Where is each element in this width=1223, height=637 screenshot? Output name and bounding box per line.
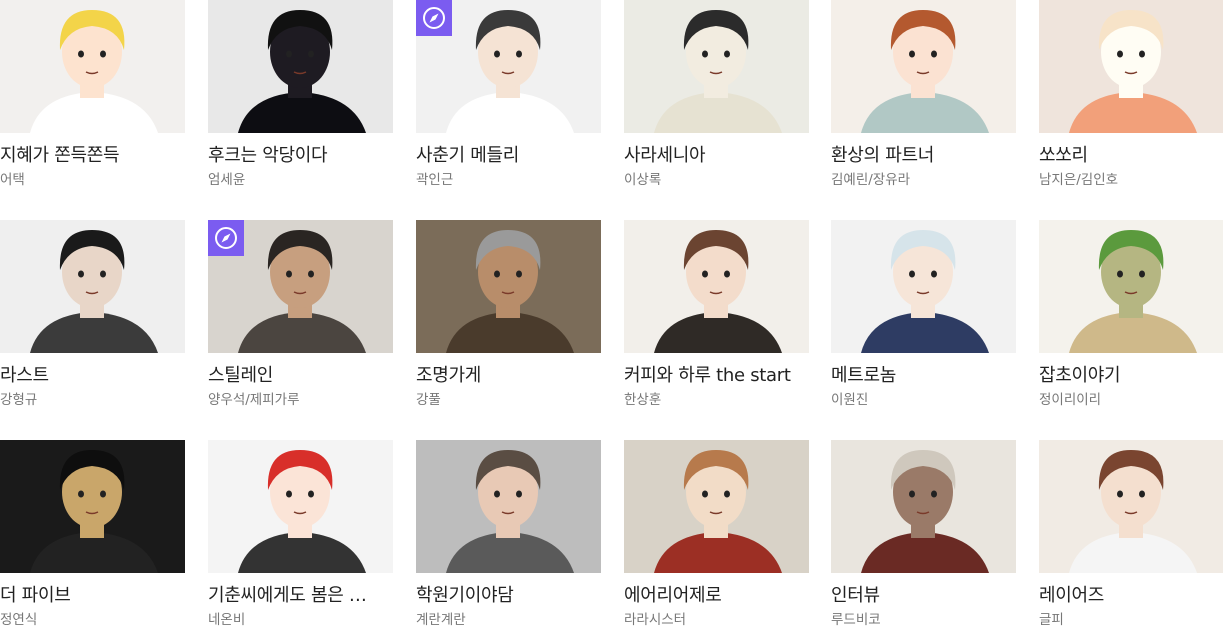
webtoon-title[interactable]: 기춘씨에게도 봄은 … (208, 585, 388, 607)
webtoon-title[interactable]: 더 파이브 (0, 585, 180, 607)
webtoon-card[interactable]: 기춘씨에게도 봄은 … 네온비 (208, 440, 393, 637)
thumbnail-art (1039, 440, 1223, 573)
webtoon-thumbnail[interactable] (624, 220, 809, 353)
webtoon-thumbnail[interactable] (0, 220, 185, 353)
thumbnail-art (831, 440, 1016, 573)
webtoon-thumbnail[interactable] (208, 440, 393, 573)
webtoon-author: 곽인근 (416, 172, 454, 188)
webtoon-grid: 지혜가 쫀득쫀득 어택 후크는 악당이다 엄세윤 사춘기 메들리 곽인근 사라세니아 이상록 환… (0, 0, 1223, 637)
webtoon-author: 한상훈 (624, 392, 662, 408)
webtoon-title[interactable]: 라스트 (0, 365, 180, 387)
webtoon-author: 이원진 (831, 392, 869, 408)
webtoon-card[interactable]: 사춘기 메들리곽인근 (416, 0, 601, 210)
webtoon-author: 정이리이리 (1039, 392, 1102, 408)
webtoon-thumbnail[interactable] (416, 220, 601, 353)
thumbnail-art (208, 440, 393, 573)
webtoon-title[interactable]: 에어리어제로 (624, 585, 804, 607)
webtoon-thumbnail[interactable] (831, 220, 1016, 353)
webtoon-thumbnail[interactable] (624, 0, 809, 133)
webtoon-card[interactable]: 인터뷰루드비코 (831, 440, 1016, 637)
webtoon-title[interactable]: 인터뷰 (831, 585, 1011, 607)
webtoon-card[interactable]: 잡초이야기정이리이리 (1039, 220, 1223, 430)
webtoon-thumbnail[interactable] (0, 0, 185, 133)
webtoon-title[interactable]: 스틸레인 (208, 365, 388, 387)
webtoon-title[interactable]: 사라세니아 (624, 145, 804, 167)
webtoon-author: 양우석/제피가루 (208, 392, 300, 408)
thumbnail-art (1039, 220, 1223, 353)
webtoon-author: 엄세윤 (208, 172, 246, 188)
webtoon-card[interactable]: 학원기이야담계란계란 (416, 440, 601, 637)
thumbnail-art (1039, 0, 1223, 133)
webtoon-author: 계란계란 (416, 612, 466, 628)
webtoon-title[interactable]: 쏘쏘리 (1039, 145, 1219, 167)
webtoon-author: 루드비코 (831, 612, 881, 628)
thumbnail-art (0, 0, 185, 133)
webtoon-card[interactable]: 지혜가 쫀득쫀득어택 (0, 0, 185, 210)
thumbnail-art (208, 0, 393, 133)
webtoon-title[interactable]: 학원기이야담 (416, 585, 596, 607)
webtoon-author: 이상록 (624, 172, 662, 188)
webtoon-title[interactable]: 후크는 악당이다 (208, 145, 388, 167)
webtoon-title[interactable]: 환상의 파트너 (831, 145, 1011, 167)
webtoon-card[interactable]: 환상의 파트너김예린/장유라 (831, 0, 1016, 210)
webtoon-author: 김예린/장유라 (831, 172, 911, 188)
webtoon-card[interactable]: 후크는 악당이다엄세윤 (208, 0, 393, 210)
thumbnail-art (624, 0, 809, 133)
webtoon-thumbnail[interactable] (831, 440, 1016, 573)
webtoon-thumbnail[interactable] (1039, 440, 1223, 573)
compass-icon (208, 220, 244, 256)
thumbnail-art (416, 440, 601, 573)
webtoon-thumbnail[interactable] (1039, 0, 1223, 133)
webtoon-title[interactable]: 지혜가 쫀득쫀득 (0, 145, 180, 167)
thumbnail-art (0, 440, 185, 573)
webtoon-card[interactable]: 조명가게강풀 (416, 220, 601, 430)
webtoon-title[interactable]: 조명가게 (416, 365, 596, 387)
webtoon-card[interactable]: 커피와 하루 the start 한상훈 (624, 220, 809, 430)
webtoon-title[interactable]: 커피와 하루 the start (624, 365, 804, 387)
webtoon-author: 강풀 (416, 392, 441, 408)
webtoon-card[interactable]: 쏘쏘리남지은/김인호 (1039, 0, 1223, 210)
compass-icon (416, 0, 452, 36)
webtoon-card[interactable]: 레이어즈글피 (1039, 440, 1223, 637)
webtoon-author: 어택 (0, 172, 25, 188)
webtoon-author: 정연식 (0, 612, 38, 628)
webtoon-title[interactable]: 사춘기 메들리 (416, 145, 596, 167)
webtoon-thumbnail[interactable] (416, 0, 601, 133)
webtoon-title[interactable]: 잡초이야기 (1039, 365, 1219, 387)
webtoon-author: 글피 (1039, 612, 1064, 628)
webtoon-thumbnail[interactable] (416, 440, 601, 573)
webtoon-thumbnail[interactable] (1039, 220, 1223, 353)
webtoon-card[interactable]: 에어리어제로라라시스터 (624, 440, 809, 637)
webtoon-author: 라라시스터 (624, 612, 687, 628)
webtoon-thumbnail[interactable] (624, 440, 809, 573)
thumbnail-art (831, 0, 1016, 133)
webtoon-author: 남지은/김인호 (1039, 172, 1119, 188)
webtoon-title[interactable]: 레이어즈 (1039, 585, 1219, 607)
thumbnail-art (0, 220, 185, 353)
webtoon-thumbnail[interactable] (831, 0, 1016, 133)
webtoon-card[interactable]: 더 파이브정연식 (0, 440, 185, 637)
webtoon-card[interactable]: 메트로놈이원진 (831, 220, 1016, 430)
thumbnail-art (624, 440, 809, 573)
webtoon-author: 강형규 (0, 392, 38, 408)
thumbnail-art (416, 220, 601, 353)
webtoon-thumbnail[interactable] (208, 0, 393, 133)
webtoon-card[interactable]: 사라세니아이상록 (624, 0, 809, 210)
thumbnail-art (831, 220, 1016, 353)
webtoon-author: 네온비 (208, 612, 246, 628)
webtoon-card[interactable]: 라스트강형규 (0, 220, 185, 430)
thumbnail-art (624, 220, 809, 353)
webtoon-thumbnail[interactable] (0, 440, 185, 573)
webtoon-title[interactable]: 메트로놈 (831, 365, 1011, 387)
webtoon-thumbnail[interactable] (208, 220, 393, 353)
webtoon-card[interactable]: 스틸레인양우석/제피가루 (208, 220, 393, 430)
